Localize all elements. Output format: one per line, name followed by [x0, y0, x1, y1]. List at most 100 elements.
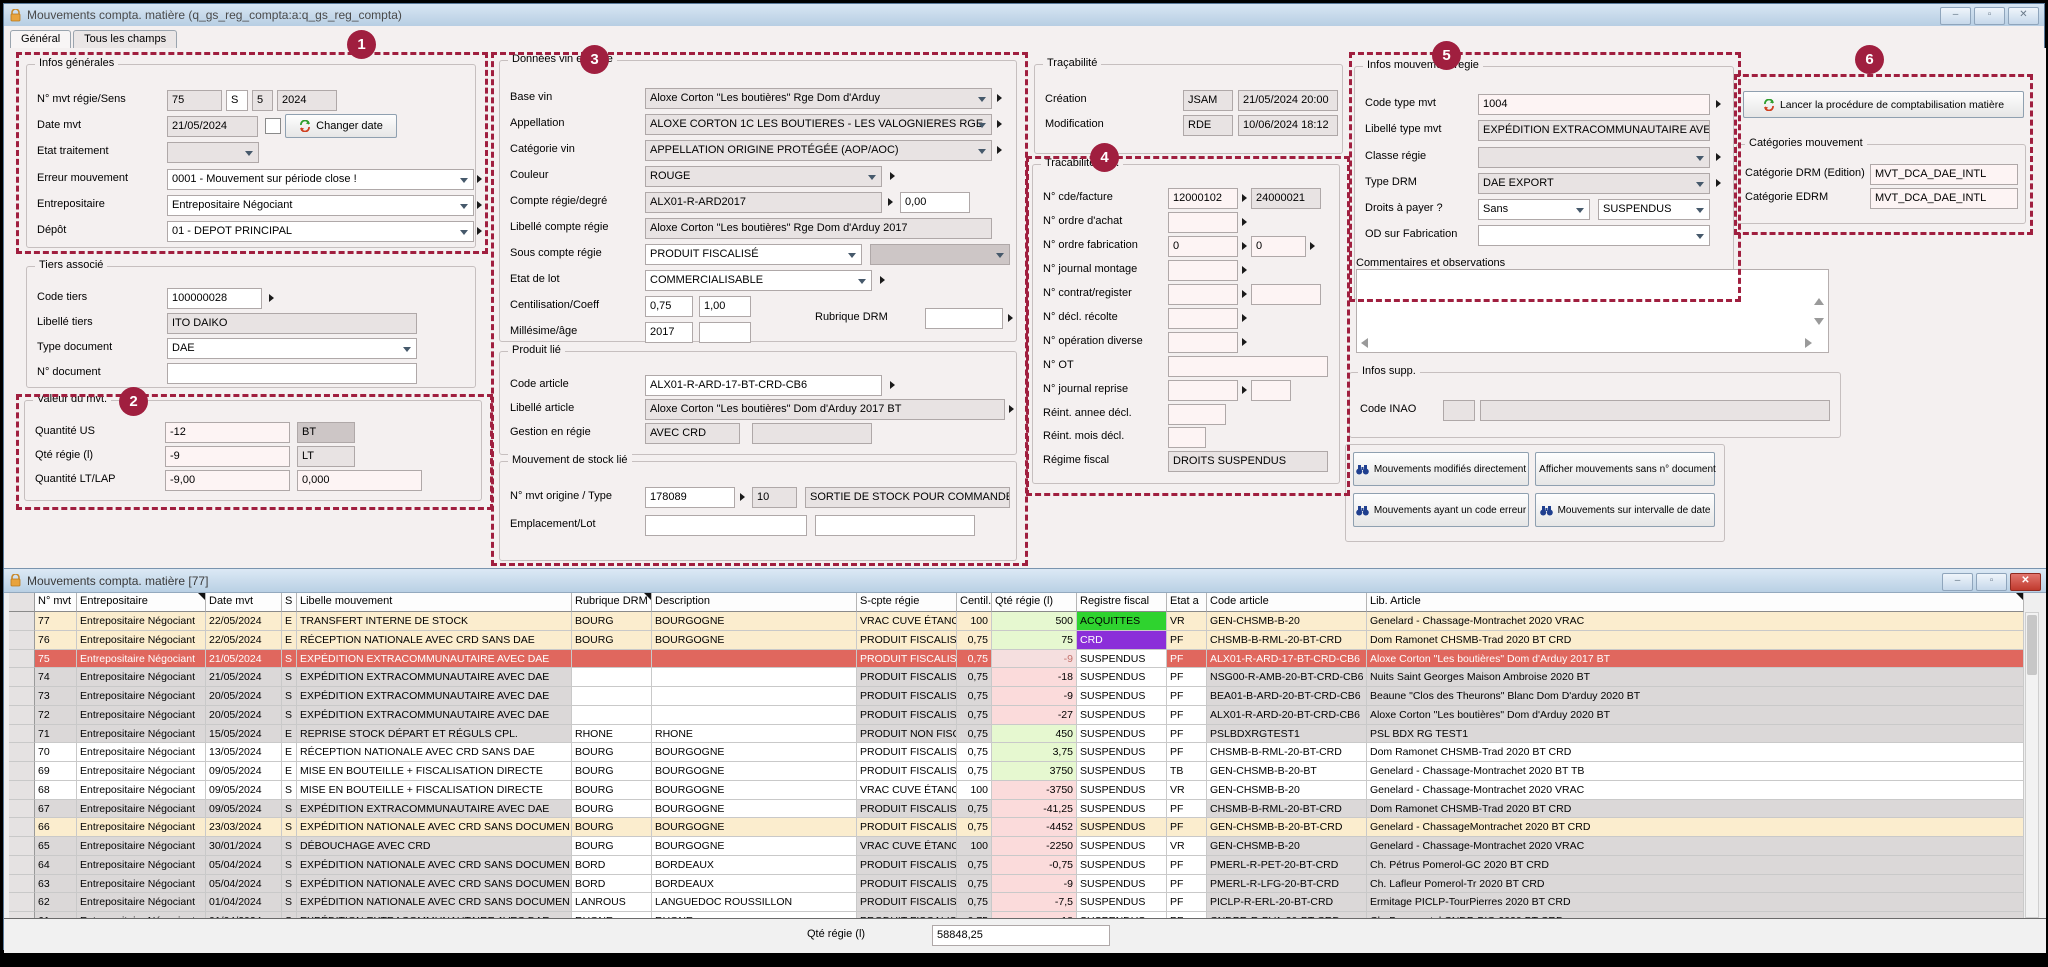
table-row[interactable]: 70Entrepositaire Négociant13/05/2024ERÉC… [9, 743, 2024, 762]
detail-arrow-icon[interactable] [1716, 153, 1721, 161]
table-cell[interactable]: Entrepositaire Négociant [77, 668, 206, 687]
table-cell[interactable]: PF [1167, 743, 1207, 762]
date-checkbox[interactable] [265, 118, 281, 134]
table-cell[interactable]: BORDEAUX [652, 875, 857, 894]
column-header[interactable]: Qté régie (l) [992, 593, 1077, 612]
register-field[interactable] [1251, 284, 1321, 305]
table-cell[interactable]: 71 [35, 725, 77, 744]
table-row[interactable]: 75Entrepositaire Négociant21/05/2024SEXP… [9, 650, 2024, 669]
table-cell[interactable]: BOURGOGNE [652, 800, 857, 819]
table-cell[interactable]: S [282, 893, 297, 912]
table-cell[interactable]: PMERL-R-PET-20-BT-CRD [1207, 856, 1367, 875]
table-row[interactable]: 77Entrepositaire Négociant22/05/2024ETRA… [9, 612, 2024, 631]
table-cell[interactable]: SUSPENDUS [1077, 818, 1167, 837]
table-cell[interactable]: BORD [572, 875, 652, 894]
table-cell[interactable] [572, 668, 652, 687]
table-cell[interactable] [9, 837, 35, 856]
table-cell[interactable]: -0,75 [992, 856, 1077, 875]
creation-date-field[interactable]: 21/05/2024 20:00 [1238, 90, 1338, 111]
ordre-fab2-field[interactable]: 0 [1251, 236, 1306, 257]
ordre-fab-field[interactable]: 0 [1168, 236, 1238, 257]
table-row[interactable]: 66Entrepositaire Négociant23/03/2024SEXP… [9, 818, 2024, 837]
table-cell[interactable]: 100 [957, 837, 992, 856]
detail-arrow-icon[interactable] [477, 175, 482, 183]
regime-fiscal-field[interactable]: DROITS SUSPENDUS [1168, 451, 1328, 472]
emplacement-field[interactable] [645, 515, 807, 536]
table-cell[interactable]: 20/05/2024 [206, 706, 282, 725]
table-cell[interactable]: S [282, 706, 297, 725]
table-cell[interactable]: PRODUIT NON FISC [857, 725, 957, 744]
table-cell[interactable]: DÉBOUCHAGE AVEC CRD [297, 837, 572, 856]
table-cell[interactable]: S [282, 837, 297, 856]
table-cell[interactable]: 0,75 [957, 893, 992, 912]
compte-regie-field[interactable]: ALX01-R-ARD2017 [645, 192, 882, 213]
table-cell[interactable] [9, 725, 35, 744]
table-cell[interactable]: 77 [35, 612, 77, 631]
column-header[interactable]: S-cpte régie [857, 593, 957, 612]
detail-arrow-icon[interactable] [997, 94, 1002, 102]
table-cell[interactable]: 0,75 [957, 800, 992, 819]
table-cell[interactable]: E [282, 631, 297, 650]
num-ot-field[interactable] [1168, 356, 1328, 377]
table-cell[interactable] [9, 743, 35, 762]
table-cell[interactable]: 3750 [992, 762, 1077, 781]
table-cell[interactable]: 69 [35, 762, 77, 781]
table-cell[interactable]: 73 [35, 687, 77, 706]
afficher-sans-document-button[interactable]: Afficher mouvements sans n° document [1535, 452, 1715, 486]
table-cell[interactable]: 0,75 [957, 725, 992, 744]
coeff-field[interactable]: 1,00 [699, 296, 751, 317]
libelle-tiers-field[interactable]: ITO DAIKO [167, 313, 417, 334]
table-cell[interactable]: 0,75 [957, 856, 992, 875]
qte-regie-field[interactable]: -9 [165, 446, 290, 467]
table-cell[interactable]: Genelard - Chassage-Montrachet 2020 VRAC [1367, 612, 2024, 631]
table-cell[interactable]: SUSPENDUS [1077, 743, 1167, 762]
table-row[interactable]: 74Entrepositaire Négociant21/05/2024SEXP… [9, 668, 2024, 687]
table-cell[interactable]: Entrepositaire Négociant [77, 612, 206, 631]
table-cell[interactable]: 09/05/2024 [206, 762, 282, 781]
unite-us-field[interactable]: BT [297, 422, 355, 443]
detail-arrow-icon[interactable] [269, 294, 274, 302]
table-cell[interactable] [652, 687, 857, 706]
num2-field[interactable]: 5 [252, 90, 273, 111]
table-cell[interactable]: Entrepositaire Négociant [77, 743, 206, 762]
detail-arrow-icon[interactable] [477, 201, 482, 209]
categorie-edrm-field[interactable]: MVT_DCA_DAE_INTL [1870, 188, 2018, 209]
mouvements-code-erreur-button[interactable]: Mouvements ayant un code erreur [1353, 493, 1529, 527]
table-cell[interactable] [9, 893, 35, 912]
rubrique-drm-field[interactable] [925, 308, 1003, 329]
scroll-down-icon[interactable] [1814, 318, 1824, 325]
header-selector[interactable] [9, 593, 35, 612]
table-cell[interactable]: ALX01-R-ARD-17-BT-CRD-CB6 [1207, 650, 1367, 669]
appellation-select[interactable]: ALOXE CORTON 1C LES BOUTIERES - LES VALO… [645, 114, 992, 135]
table-cell[interactable]: RHONE [572, 725, 652, 744]
detail-arrow-icon[interactable] [477, 227, 482, 235]
table-cell[interactable]: GEN-CHSMB-B-20-BT [1207, 762, 1367, 781]
table-cell[interactable]: S [282, 875, 297, 894]
restore-button[interactable]: ▫ [1974, 7, 2005, 25]
table-cell[interactable]: EXPÉDITION EXTRACOMMUNAUTAIRE AVEC DAE [297, 687, 572, 706]
table-cell[interactable]: Beaune "Clos des Theurons" Blanc Dom D'a… [1367, 687, 2024, 706]
table-cell[interactable] [9, 650, 35, 669]
table-cell[interactable]: REPRISE STOCK DÉPART ET RÉGULS CPL. [297, 725, 572, 744]
num-document-field[interactable] [167, 363, 417, 384]
table-cell[interactable]: 74 [35, 668, 77, 687]
table-cell[interactable]: 75 [992, 631, 1077, 650]
table-cell[interactable] [9, 687, 35, 706]
type-origine-field[interactable]: 10 [752, 487, 797, 508]
table-cell[interactable]: -7,5 [992, 893, 1077, 912]
etat-traitement-select[interactable] [167, 142, 259, 163]
journal-montage-field[interactable] [1168, 260, 1238, 281]
code-inao-field[interactable] [1443, 400, 1475, 421]
detail-arrow-icon[interactable] [1716, 100, 1721, 108]
table-cell[interactable]: PF [1167, 818, 1207, 837]
table-cell[interactable]: MISE EN BOUTEILLE + FISCALISATION DIRECT… [297, 781, 572, 800]
table-cell[interactable]: GEN-CHSMB-B-20 [1207, 612, 1367, 631]
table-cell[interactable]: CHSMB-B-RML-20-BT-CRD [1207, 743, 1367, 762]
table-cell[interactable]: ALX01-R-ARD-20-BT-CRD-CB6 [1207, 706, 1367, 725]
table-cell[interactable]: BOURGOGNE [652, 781, 857, 800]
changer-date-button[interactable]: Changer date [285, 114, 397, 138]
table-cell[interactable]: 01/04/2024 [206, 893, 282, 912]
table-cell[interactable]: S [282, 668, 297, 687]
sens-field[interactable]: S [226, 90, 248, 111]
table-cell[interactable]: 23/03/2024 [206, 818, 282, 837]
